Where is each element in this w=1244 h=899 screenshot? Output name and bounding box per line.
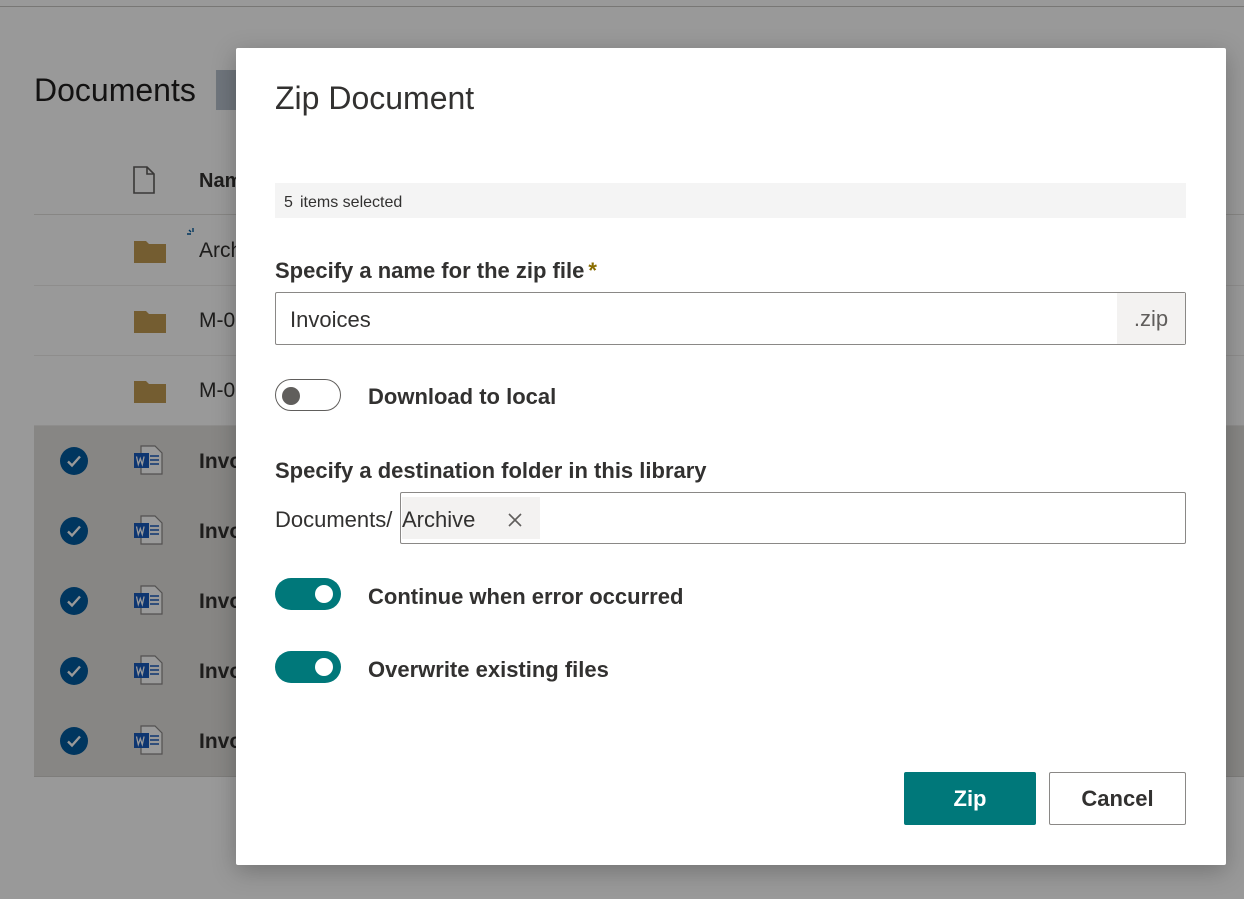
zip-extension-suffix: .zip (1117, 293, 1185, 344)
selected-count: 5 (284, 194, 293, 211)
dialog-title: Zip Document (275, 80, 475, 116)
zip-name-input[interactable]: Invoices .zip (275, 292, 1186, 345)
required-marker: * (588, 258, 597, 283)
zip-button[interactable]: Zip (904, 772, 1036, 825)
toggle-knob (315, 658, 333, 676)
selection-summary: 5 items selected (275, 183, 1186, 218)
overwrite-existing-toggle[interactable] (275, 651, 341, 683)
download-to-local-label: Download to local (368, 384, 557, 409)
cancel-button[interactable]: Cancel (1049, 772, 1186, 825)
selected-text: items selected (300, 194, 403, 211)
download-to-local-toggle[interactable] (275, 379, 341, 411)
toggle-knob (315, 585, 333, 603)
zip-name-value[interactable]: Invoices (290, 307, 371, 333)
zip-name-label: Specify a name for the zip file * (275, 258, 597, 284)
destination-folder-chip[interactable]: Archive (402, 497, 540, 539)
continue-on-error-label: Continue when error occurred (368, 584, 684, 609)
zip-document-dialog: Zip Document 5 items selected Specify a … (236, 48, 1226, 865)
toggle-knob (282, 387, 300, 405)
continue-on-error-toggle[interactable] (275, 578, 341, 610)
overwrite-existing-label: Overwrite existing files (368, 657, 609, 682)
destination-label: Specify a destination folder in this lib… (275, 458, 707, 483)
destination-folder-picker[interactable]: Archive (400, 492, 1186, 544)
destination-path-prefix: Documents/ (275, 507, 393, 532)
destination-chip-label: Archive (402, 507, 476, 532)
zip-name-label-text: Specify a name for the zip file (275, 258, 585, 283)
close-icon[interactable] (506, 509, 524, 535)
